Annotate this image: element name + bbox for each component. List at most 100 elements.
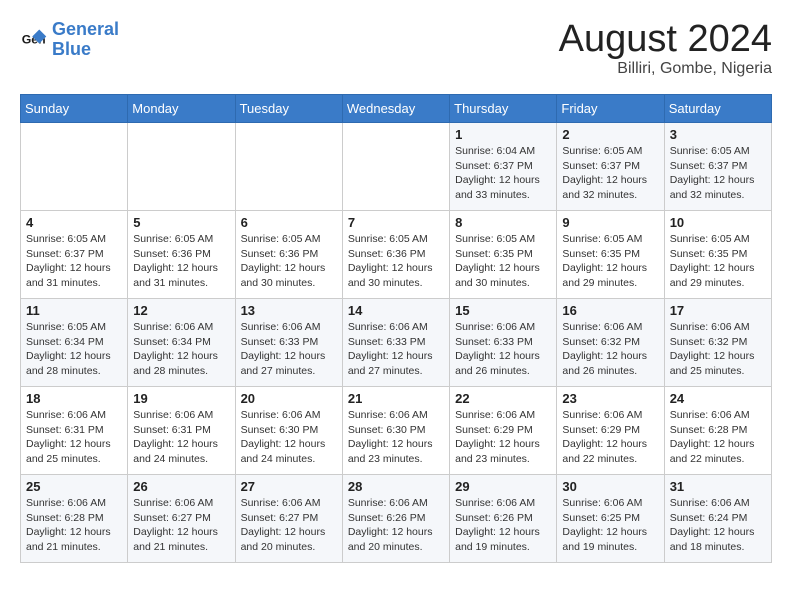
day-cell: 7 Sunrise: 6:05 AM Sunset: 6:36 PM Daylig…	[342, 211, 449, 299]
day-number: 19	[133, 391, 229, 406]
day-cell	[128, 123, 235, 211]
day-cell: 23 Sunrise: 6:06 AM Sunset: 6:29 PM Dayli…	[557, 387, 664, 475]
day-cell: 15 Sunrise: 6:06 AM Sunset: 6:33 PM Dayli…	[450, 299, 557, 387]
week-row-1: 1 Sunrise: 6:04 AM Sunset: 6:37 PM Daylig…	[21, 123, 772, 211]
day-cell	[21, 123, 128, 211]
day-number: 17	[670, 303, 766, 318]
day-number: 10	[670, 215, 766, 230]
day-number: 18	[26, 391, 122, 406]
day-detail: Sunrise: 6:06 AM Sunset: 6:30 PM Dayligh…	[241, 408, 337, 467]
header-friday: Friday	[557, 95, 664, 123]
day-number: 6	[241, 215, 337, 230]
week-row-4: 18 Sunrise: 6:06 AM Sunset: 6:31 PM Dayli…	[21, 387, 772, 475]
day-cell: 16Sunrise: 6:06 AM Sunset: 6:32 PM Dayli…	[557, 299, 664, 387]
week-row-3: 11Sunrise: 6:05 AM Sunset: 6:34 PM Dayli…	[21, 299, 772, 387]
day-cell: 5Sunrise: 6:05 AM Sunset: 6:36 PM Daylig…	[128, 211, 235, 299]
day-cell: 21Sunrise: 6:06 AM Sunset: 6:30 PM Dayli…	[342, 387, 449, 475]
day-number: 22	[455, 391, 551, 406]
day-cell: 13Sunrise: 6:06 AM Sunset: 6:33 PM Dayli…	[235, 299, 342, 387]
day-cell: 9Sunrise: 6:05 AM Sunset: 6:35 PM Daylig…	[557, 211, 664, 299]
day-cell: 12 Sunrise: 6:06 AM Sunset: 6:34 PM Dayli…	[128, 299, 235, 387]
day-detail: Sunrise: 6:06 AM Sunset: 6:29 PM Dayligh…	[455, 408, 551, 467]
day-cell: 8Sunrise: 6:05 AM Sunset: 6:35 PM Daylig…	[450, 211, 557, 299]
header-sunday: Sunday	[21, 95, 128, 123]
day-cell: 6 Sunrise: 6:05 AM Sunset: 6:36 PM Daylig…	[235, 211, 342, 299]
location: Billiri, Gombe, Nigeria	[559, 60, 772, 78]
day-detail: Sunrise: 6:05 AM Sunset: 6:35 PM Dayligh…	[562, 232, 658, 291]
header-thursday: Thursday	[450, 95, 557, 123]
day-number: 25	[26, 479, 122, 494]
day-cell: 30 Sunrise: 6:06 AM Sunset: 6:25 PM Dayli…	[557, 475, 664, 563]
day-detail: Sunrise: 6:06 AM Sunset: 6:33 PM Dayligh…	[348, 320, 444, 379]
day-number: 7	[348, 215, 444, 230]
day-number: 3	[670, 127, 766, 142]
header-tuesday: Tuesday	[235, 95, 342, 123]
day-cell: 3 Sunrise: 6:05 AM Sunset: 6:37 PM Daylig…	[664, 123, 771, 211]
day-detail: Sunrise: 6:06 AM Sunset: 6:33 PM Dayligh…	[455, 320, 551, 379]
day-number: 15	[455, 303, 551, 318]
logo-icon: Gen	[20, 26, 48, 54]
calendar-table: SundayMondayTuesdayWednesdayThursdayFrid…	[20, 94, 772, 563]
day-number: 31	[670, 479, 766, 494]
day-detail: Sunrise: 6:06 AM Sunset: 6:27 PM Dayligh…	[133, 496, 229, 555]
day-number: 29	[455, 479, 551, 494]
day-cell: 27 Sunrise: 6:06 AM Sunset: 6:27 PM Dayli…	[235, 475, 342, 563]
day-cell: 20 Sunrise: 6:06 AM Sunset: 6:30 PM Dayli…	[235, 387, 342, 475]
header-row: SundayMondayTuesdayWednesdayThursdayFrid…	[21, 95, 772, 123]
day-cell: 24 Sunrise: 6:06 AM Sunset: 6:28 PM Dayli…	[664, 387, 771, 475]
day-number: 23	[562, 391, 658, 406]
day-cell: 18 Sunrise: 6:06 AM Sunset: 6:31 PM Dayli…	[21, 387, 128, 475]
day-detail: Sunrise: 6:06 AM Sunset: 6:31 PM Dayligh…	[133, 408, 229, 467]
day-detail: Sunrise: 6:05 AM Sunset: 6:35 PM Dayligh…	[670, 232, 766, 291]
logo: Gen GeneralBlue	[20, 20, 119, 60]
day-cell: 19 Sunrise: 6:06 AM Sunset: 6:31 PM Dayli…	[128, 387, 235, 475]
day-detail: Sunrise: 6:06 AM Sunset: 6:24 PM Dayligh…	[670, 496, 766, 555]
day-detail: Sunrise: 6:06 AM Sunset: 6:32 PM Dayligh…	[670, 320, 766, 379]
day-detail: Sunrise: 6:05 AM Sunset: 6:36 PM Dayligh…	[133, 232, 229, 291]
day-number: 26	[133, 479, 229, 494]
week-row-5: 25 Sunrise: 6:06 AM Sunset: 6:28 PM Dayli…	[21, 475, 772, 563]
day-number: 27	[241, 479, 337, 494]
day-number: 14	[348, 303, 444, 318]
day-detail: Sunrise: 6:06 AM Sunset: 6:28 PM Dayligh…	[26, 496, 122, 555]
day-detail: Sunrise: 6:06 AM Sunset: 6:26 PM Dayligh…	[348, 496, 444, 555]
day-cell	[235, 123, 342, 211]
day-number: 4	[26, 215, 122, 230]
page-header: Gen GeneralBlue August 2024 Billiri, Gom…	[20, 20, 772, 78]
day-detail: Sunrise: 6:06 AM Sunset: 6:30 PM Dayligh…	[348, 408, 444, 467]
day-detail: Sunrise: 6:05 AM Sunset: 6:36 PM Dayligh…	[241, 232, 337, 291]
day-detail: Sunrise: 6:06 AM Sunset: 6:31 PM Dayligh…	[26, 408, 122, 467]
day-cell: 25 Sunrise: 6:06 AM Sunset: 6:28 PM Dayli…	[21, 475, 128, 563]
header-wednesday: Wednesday	[342, 95, 449, 123]
day-number: 20	[241, 391, 337, 406]
day-number: 24	[670, 391, 766, 406]
day-number: 16	[562, 303, 658, 318]
day-cell: 2 Sunrise: 6:05 AM Sunset: 6:37 PM Daylig…	[557, 123, 664, 211]
day-number: 2	[562, 127, 658, 142]
day-detail: Sunrise: 6:06 AM Sunset: 6:28 PM Dayligh…	[670, 408, 766, 467]
day-detail: Sunrise: 6:06 AM Sunset: 6:29 PM Dayligh…	[562, 408, 658, 467]
day-number: 30	[562, 479, 658, 494]
day-detail: Sunrise: 6:06 AM Sunset: 6:27 PM Dayligh…	[241, 496, 337, 555]
day-cell: 10 Sunrise: 6:05 AM Sunset: 6:35 PM Dayli…	[664, 211, 771, 299]
day-number: 28	[348, 479, 444, 494]
week-row-2: 4Sunrise: 6:05 AM Sunset: 6:37 PM Daylig…	[21, 211, 772, 299]
day-cell: 1 Sunrise: 6:04 AM Sunset: 6:37 PM Daylig…	[450, 123, 557, 211]
day-cell: 17 Sunrise: 6:06 AM Sunset: 6:32 PM Dayli…	[664, 299, 771, 387]
day-detail: Sunrise: 6:05 AM Sunset: 6:34 PM Dayligh…	[26, 320, 122, 379]
day-number: 12	[133, 303, 229, 318]
day-detail: Sunrise: 6:04 AM Sunset: 6:37 PM Dayligh…	[455, 144, 551, 203]
day-detail: Sunrise: 6:05 AM Sunset: 6:37 PM Dayligh…	[670, 144, 766, 203]
header-monday: Monday	[128, 95, 235, 123]
month-title: August 2024	[559, 20, 772, 58]
day-cell: 29Sunrise: 6:06 AM Sunset: 6:26 PM Dayli…	[450, 475, 557, 563]
day-cell: 26 Sunrise: 6:06 AM Sunset: 6:27 PM Dayli…	[128, 475, 235, 563]
day-number: 1	[455, 127, 551, 142]
day-detail: Sunrise: 6:06 AM Sunset: 6:25 PM Dayligh…	[562, 496, 658, 555]
day-detail: Sunrise: 6:06 AM Sunset: 6:34 PM Dayligh…	[133, 320, 229, 379]
day-detail: Sunrise: 6:05 AM Sunset: 6:36 PM Dayligh…	[348, 232, 444, 291]
day-cell: 28 Sunrise: 6:06 AM Sunset: 6:26 PM Dayli…	[342, 475, 449, 563]
day-detail: Sunrise: 6:05 AM Sunset: 6:37 PM Dayligh…	[562, 144, 658, 203]
day-cell	[342, 123, 449, 211]
day-detail: Sunrise: 6:05 AM Sunset: 6:35 PM Dayligh…	[455, 232, 551, 291]
